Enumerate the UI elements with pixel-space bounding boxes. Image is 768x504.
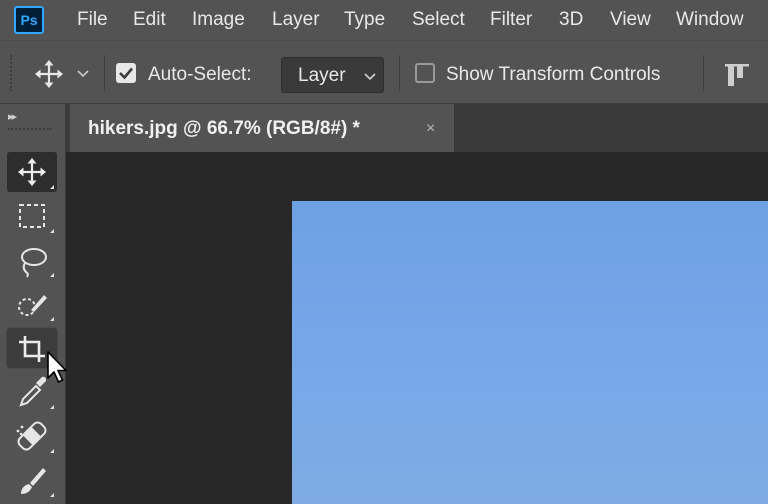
document-tab-title: hikers.jpg @ 66.7% (RGB/8#) * (88, 118, 360, 139)
chevron-down-icon (77, 70, 89, 78)
tools-panel-grip[interactable] (8, 128, 52, 132)
menu-edit[interactable]: Edit (133, 0, 166, 40)
options-separator (399, 55, 400, 91)
tool-flyout-indicator (50, 449, 54, 453)
tool-flyout-indicator (50, 317, 54, 321)
tool-quick-selection[interactable] (7, 284, 57, 324)
tool-flyout-indicator (50, 405, 54, 409)
tool-move[interactable] (7, 152, 57, 192)
tool-brush[interactable] (7, 460, 57, 500)
menu-3d[interactable]: 3D (559, 0, 583, 40)
show-transform-controls-label: Show Transform Controls (446, 64, 661, 85)
menu-select[interactable]: Select (412, 0, 465, 40)
options-bar: Auto-Select: Layer Show Transform Contro… (0, 40, 768, 104)
tool-flyout-indicator (50, 493, 54, 497)
menu-type[interactable]: Type (344, 0, 385, 40)
menu-view[interactable]: View (610, 0, 651, 40)
align-top-edges-button[interactable] (722, 61, 752, 89)
chevron-down-icon (364, 73, 376, 81)
options-bar-grip[interactable] (10, 55, 14, 91)
align-top-icon (725, 64, 749, 86)
photoshop-window: Ps File Edit Image Layer Type Select Fil… (0, 0, 768, 504)
options-separator (703, 55, 704, 91)
tool-lasso[interactable] (7, 240, 57, 280)
move-icon (35, 60, 89, 88)
mouse-cursor-icon (47, 351, 67, 383)
auto-select-label: Auto-Select: (148, 64, 252, 85)
document-tab[interactable]: hikers.jpg @ 66.7% (RGB/8#) * × (70, 104, 454, 152)
menu-filter[interactable]: Filter (490, 0, 532, 40)
tool-flyout-indicator (50, 229, 54, 233)
photoshop-logo[interactable]: Ps (14, 6, 44, 34)
document-tab-strip: hikers.jpg @ 66.7% (RGB/8#) * × (66, 104, 768, 152)
tool-flyout-indicator (50, 273, 54, 277)
auto-select-target-dropdown[interactable]: Layer (281, 57, 384, 93)
menu-image[interactable]: Image (192, 0, 245, 40)
menu-file[interactable]: File (77, 0, 108, 40)
show-transform-controls-checkbox[interactable] (415, 63, 435, 83)
menu-bar: Ps File Edit Image Layer Type Select Fil… (0, 0, 768, 40)
tools-panel: ▸▸ (0, 104, 66, 504)
auto-select-checkbox[interactable] (116, 63, 136, 83)
close-icon[interactable]: × (426, 104, 435, 154)
menu-window[interactable]: Window (676, 0, 744, 40)
tool-spot-healing-brush[interactable] (7, 416, 57, 456)
tool-rectangular-marquee[interactable] (7, 196, 57, 236)
tool-flyout-indicator (50, 185, 54, 189)
auto-select-target-value: Layer (298, 65, 346, 86)
document-image[interactable] (292, 201, 768, 504)
canvas-area[interactable] (66, 152, 768, 504)
tool-preset-picker[interactable] (30, 59, 96, 89)
checkmark-icon (119, 67, 133, 80)
options-separator (104, 55, 105, 91)
double-chevron-right-icon[interactable]: ▸▸ (8, 110, 17, 123)
menu-layer[interactable]: Layer (272, 0, 320, 40)
